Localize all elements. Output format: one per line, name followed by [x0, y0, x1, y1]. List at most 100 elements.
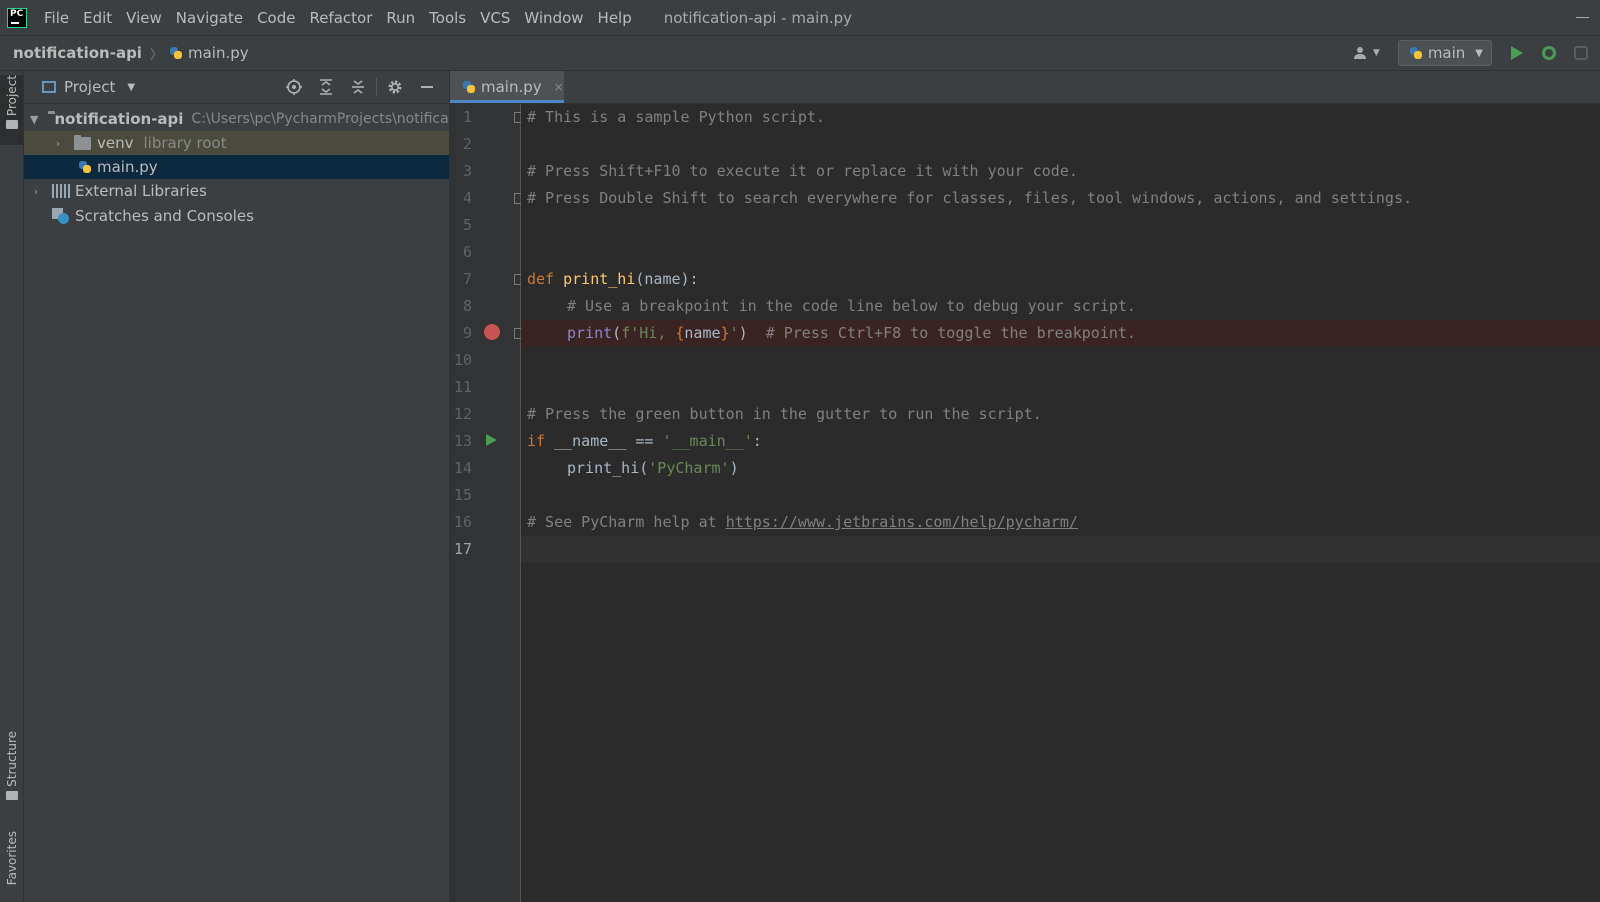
params: (name):: [635, 270, 699, 288]
expand-all-icon[interactable]: [310, 75, 342, 99]
current-line-highlight: [521, 536, 1600, 563]
string: f'Hi,: [621, 324, 676, 342]
editor-gutter[interactable]: 1 2 3 4 5 6 7 8 9 10 11 12 13 14 15 16 1…: [450, 104, 523, 902]
locate-target-icon[interactable]: [278, 75, 310, 99]
coverage-button[interactable]: [1568, 41, 1594, 65]
tree-row-scratches[interactable]: Scratches and Consoles: [24, 204, 449, 228]
chevron-right-icon[interactable]: ›: [52, 137, 64, 150]
hide-panel-icon[interactable]: [411, 75, 443, 99]
string: 'PyCharm': [648, 459, 730, 477]
tree-row-venv[interactable]: › venv library root: [24, 131, 449, 155]
menu-run[interactable]: Run: [379, 9, 422, 27]
menu-help[interactable]: Help: [591, 9, 639, 27]
favorites-tool-tab[interactable]: Favorites: [0, 831, 23, 902]
colon: :: [752, 432, 762, 450]
tree-row-external-libraries[interactable]: › External Libraries: [24, 179, 449, 203]
help-link[interactable]: https://www.jetbrains.com/help/pycharm/: [726, 513, 1078, 531]
breadcrumb-project[interactable]: notification-api: [13, 44, 142, 62]
call: print_hi(: [567, 459, 649, 477]
project-panel-header: Project ▼: [24, 71, 449, 104]
debug-bug-icon: [1542, 46, 1556, 60]
menu-window[interactable]: Window: [517, 9, 590, 27]
tree-venv-label: venv: [97, 134, 134, 152]
comment: # This is a sample Python script.: [527, 108, 826, 126]
project-tab-label: Project: [4, 75, 19, 117]
line-number-current: 17: [453, 540, 472, 558]
comment: # Use a breakpoint in the code line belo…: [567, 297, 1136, 315]
menu-tools[interactable]: Tools: [422, 9, 473, 27]
gear-icon[interactable]: [379, 75, 411, 99]
line-number: 5: [462, 216, 472, 234]
account-icon[interactable]: ▼: [1353, 42, 1388, 64]
tree-row-root[interactable]: ▼ notification-api C:\Users\pc\PycharmPr…: [24, 107, 449, 131]
paren: ): [738, 324, 748, 342]
tree-scratches-label: Scratches and Consoles: [75, 207, 254, 225]
project-panel-tools: [278, 71, 443, 103]
line-number: 14: [453, 459, 472, 477]
code-editor[interactable]: # This is a sample Python script. # Pres…: [521, 104, 1600, 902]
structure-tool-tab[interactable]: Structure: [0, 731, 23, 816]
menu-navigate[interactable]: Navigate: [169, 9, 250, 27]
tree-row-main-py[interactable]: main.py: [24, 155, 449, 179]
expression: __name__ ==: [545, 432, 663, 450]
tab-label: main.py: [481, 78, 542, 96]
chevron-right-icon[interactable]: ›: [30, 185, 42, 198]
menu-view[interactable]: View: [119, 9, 169, 27]
code-line-14: print_hi('PyCharm'): [567, 455, 739, 482]
comment: # Press Double Shift to search everywher…: [527, 189, 1413, 207]
folder-icon: [74, 134, 91, 150]
run-button[interactable]: [1504, 41, 1530, 65]
menu-refactor[interactable]: Refactor: [302, 9, 379, 27]
window-title: notification-api - main.py: [663, 8, 852, 27]
tab-main-py[interactable]: main.py ×: [450, 71, 564, 103]
breakpoint-icon[interactable]: [484, 324, 500, 340]
python-file-icon: [462, 80, 476, 94]
breadcrumb-file[interactable]: main.py: [169, 44, 249, 62]
menu-code[interactable]: Code: [250, 9, 302, 27]
breadcrumb-separator-icon: 〉: [149, 47, 163, 63]
paren: ): [729, 459, 739, 477]
project-panel: Project ▼ ▼ notification-api C:\Users\pc…: [24, 71, 450, 902]
title-bar: PC File Edit View Navigate Code Refactor…: [0, 0, 1600, 36]
run-toolbar: ▼ main ▼: [1353, 36, 1600, 70]
project-tool-tab[interactable]: Project: [0, 75, 23, 145]
line-number: 13: [453, 432, 472, 450]
brace: }: [720, 324, 730, 342]
chevron-down-icon[interactable]: ▼: [30, 113, 38, 126]
collapse-all-icon[interactable]: [342, 75, 374, 99]
tree-root-label: notification-api: [54, 110, 184, 128]
chevron-down-icon[interactable]: ▼: [127, 82, 135, 93]
breadcrumb-file-label: main.py: [187, 44, 249, 62]
line-number: 12: [453, 405, 472, 423]
coverage-shield-icon: [1574, 46, 1588, 60]
close-icon[interactable]: ×: [554, 80, 564, 94]
menu-vcs[interactable]: VCS: [473, 9, 517, 27]
run-gutter-icon[interactable]: [486, 434, 497, 446]
string: ': [729, 324, 739, 342]
run-config-selector[interactable]: main ▼: [1397, 40, 1492, 66]
tree-main-label: main.py: [97, 158, 158, 176]
line-number: 4: [462, 189, 472, 207]
menu-edit[interactable]: Edit: [76, 9, 119, 27]
line-number: 11: [453, 378, 472, 396]
favorites-tab-label: Favorites: [4, 831, 19, 886]
keyword: if: [527, 432, 546, 450]
line-number: 9: [462, 324, 472, 342]
code-line-3: # Press Shift+F10 to execute it or repla…: [527, 158, 1078, 185]
tree-venv-tag: library root: [143, 134, 227, 152]
project-view-selector[interactable]: Project: [64, 78, 115, 96]
minimize-icon[interactable]: [1576, 9, 1590, 21]
string: '__main__': [662, 432, 753, 450]
builtin: print: [567, 324, 613, 342]
code-line-8: # Use a breakpoint in the code line belo…: [567, 293, 1136, 320]
debug-button[interactable]: [1536, 41, 1562, 65]
pycharm-logo-icon[interactable]: PC: [7, 7, 27, 28]
run-icon: [1511, 46, 1523, 60]
menu-file[interactable]: File: [37, 9, 76, 27]
line-number: 15: [453, 486, 472, 504]
code-line-12: # Press the green button in the gutter t…: [527, 401, 1042, 428]
line-number: 16: [453, 513, 472, 531]
editor-tab-bar: main.py ×: [450, 71, 1600, 104]
project-view-icon: [42, 81, 56, 93]
line-number: 2: [462, 135, 472, 153]
